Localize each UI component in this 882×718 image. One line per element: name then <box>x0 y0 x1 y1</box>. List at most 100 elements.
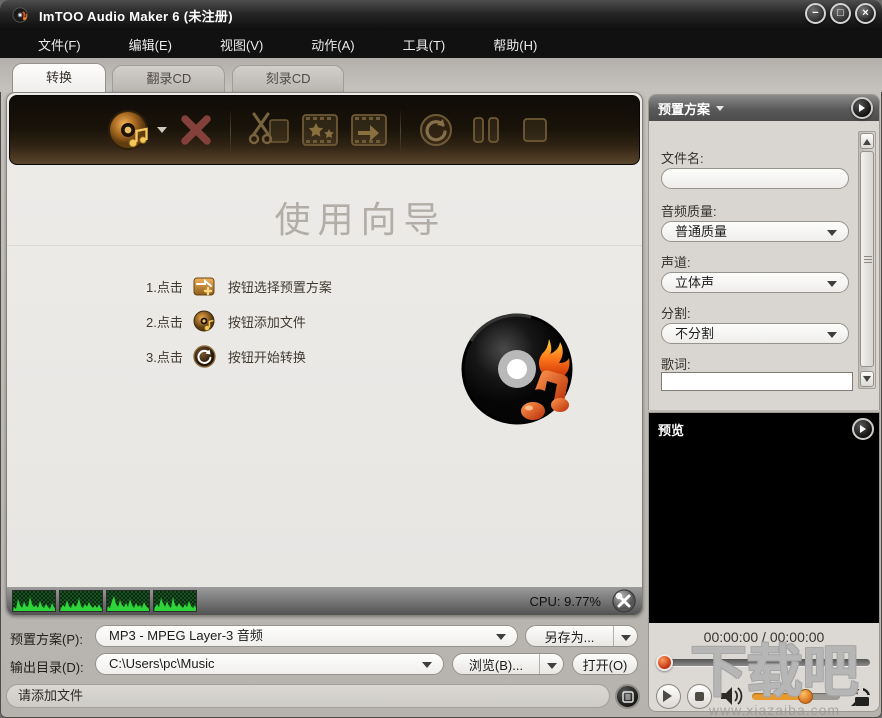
add-file-icon <box>193 310 216 333</box>
toolbar-separator <box>400 109 401 153</box>
time-display: 00:00:00 / 00:00:00 <box>703 629 825 645</box>
play-button[interactable] <box>656 683 681 709</box>
step-2-desc: 按钮添加文件 <box>227 315 306 330</box>
tab-strip: 转换 翻录CD 刻录CD <box>0 58 882 92</box>
preview-title: 预览 <box>658 423 685 438</box>
open-label: 打开(O) <box>582 657 628 673</box>
snapshot-button[interactable] <box>847 684 872 708</box>
preset-panel-header[interactable]: 预置方案 <box>649 95 879 121</box>
output-dir-value: C:\Users\pc\Music <box>109 656 215 671</box>
lyrics-label: 歌词: <box>661 357 691 372</box>
seek-knob[interactable] <box>656 654 673 671</box>
divider <box>7 245 642 246</box>
spectrum-meter <box>153 590 197 612</box>
browse-button[interactable]: 浏览(B)... <box>452 653 564 675</box>
pause-button[interactable] <box>470 115 502 145</box>
delete-button[interactable] <box>180 114 212 146</box>
toggle-list-button[interactable] <box>615 684 640 709</box>
quality-value: 普通质量 <box>675 224 728 239</box>
open-button[interactable]: 打开(O) <box>572 653 638 675</box>
export-segment-button[interactable] <box>350 111 388 149</box>
tools-button[interactable] <box>611 588 637 614</box>
preview-panel: 预览 00:00:00 / 00:00:00 <box>648 412 880 712</box>
chevron-down-icon <box>422 662 432 668</box>
add-file-button[interactable] <box>106 107 152 153</box>
window-title: ImTOO Audio Maker 6 (未注册) <box>39 8 233 24</box>
arrow-up-icon <box>863 135 871 145</box>
tab-rip-cd[interactable]: 翻录CD <box>112 65 226 92</box>
chevron-down-icon <box>546 662 557 669</box>
menu-help[interactable]: 帮助(H) <box>493 35 537 54</box>
save-as-label: 另存为... <box>544 629 595 645</box>
scroll-down-button[interactable] <box>860 371 874 387</box>
lyrics-input[interactable] <box>661 372 853 391</box>
preset-expand-button[interactable] <box>851 97 873 119</box>
output-dir-select[interactable]: C:\Users\pc\Music <box>95 653 444 675</box>
preset-icon <box>193 275 216 298</box>
preset-scrollbar[interactable] <box>858 131 876 389</box>
stop-icon <box>695 691 704 701</box>
preset-panel-title: 预置方案 <box>658 101 711 117</box>
chevron-down-icon <box>716 105 725 115</box>
chevron-down-icon <box>827 281 837 287</box>
volume-slider[interactable] <box>752 688 840 704</box>
volume-knob[interactable] <box>797 688 813 704</box>
cd-flame-logo <box>461 313 573 425</box>
stop-button[interactable] <box>520 115 550 145</box>
save-as-dropdown[interactable] <box>613 626 637 646</box>
wizard-step-3: 3.点击 按钮开始转换 <box>146 345 306 368</box>
output-preset-value: MP3 - MPEG Layer-3 音频 <box>109 628 263 643</box>
split-value: 不分割 <box>675 326 715 341</box>
title-bar: ImTOO Audio Maker 6 (未注册) − □ × <box>0 0 882 30</box>
seek-bar[interactable] <box>656 654 870 671</box>
menu-file[interactable]: 文件(F) <box>38 35 81 54</box>
tab-burn-cd[interactable]: 刻录CD <box>231 65 345 92</box>
playback-controls <box>656 681 872 711</box>
step-3-desc: 按钮开始转换 <box>227 350 306 365</box>
scroll-thumb[interactable] <box>860 151 874 367</box>
step-3-action: 3.点击 <box>146 350 183 365</box>
spectrum-meter <box>12 590 56 612</box>
toolbar <box>9 95 640 165</box>
effects-button[interactable] <box>300 111 340 149</box>
step-2-action: 2.点击 <box>146 315 183 330</box>
menu-edit[interactable]: 编辑(E) <box>129 35 172 54</box>
preview-expand-button[interactable] <box>852 418 874 440</box>
step-1-action: 1.点击 <box>146 280 183 295</box>
quality-label: 音频质量: <box>661 204 717 219</box>
play-icon <box>663 690 678 702</box>
clip-button[interactable] <box>248 110 290 150</box>
output-preset-label: 预置方案(P): <box>10 632 83 647</box>
cpu-usage: CPU: 9.77% <box>529 593 601 609</box>
chevron-down-icon <box>827 332 837 338</box>
channel-label: 声道: <box>661 255 691 270</box>
channel-select[interactable]: 立体声 <box>661 272 849 293</box>
menu-tools[interactable]: 工具(T) <box>403 35 446 54</box>
menu-action[interactable]: 动作(A) <box>311 35 354 54</box>
minimize-button[interactable]: − <box>805 3 826 24</box>
main-panel: 使用向导 1.点击 按钮选择预置方案 2.点击 按钮添加文件 3.点击 按钮开始… <box>6 92 643 616</box>
add-file-dropdown-arrow-icon[interactable] <box>156 126 168 134</box>
chevron-down-icon <box>827 230 837 236</box>
maximize-button[interactable]: □ <box>830 3 851 24</box>
grip-icon <box>864 259 872 260</box>
stop-playback-button[interactable] <box>687 683 712 709</box>
speaker-icon[interactable] <box>720 686 744 706</box>
split-select[interactable]: 不分割 <box>661 323 849 344</box>
chevron-down-icon <box>496 634 506 640</box>
browse-label: 浏览(B)... <box>468 657 524 673</box>
scroll-up-button[interactable] <box>860 133 874 149</box>
start-convert-button[interactable] <box>418 112 454 148</box>
quality-select[interactable]: 普通质量 <box>661 221 849 242</box>
convert-icon <box>193 345 216 368</box>
step-1-desc: 按钮选择预置方案 <box>227 280 332 295</box>
close-button[interactable]: × <box>855 3 876 24</box>
tab-convert[interactable]: 转换 <box>12 63 107 92</box>
menu-bar: 文件(F) 编辑(E) 视图(V) 动作(A) 工具(T) 帮助(H) <box>0 30 882 58</box>
browse-dropdown[interactable] <box>539 654 563 674</box>
wizard-step-1: 1.点击 按钮选择预置方案 <box>146 275 332 298</box>
menu-view[interactable]: 视图(V) <box>220 35 263 54</box>
save-as-button[interactable]: 另存为... <box>525 625 638 647</box>
filename-input[interactable] <box>661 168 849 189</box>
output-preset-select[interactable]: MP3 - MPEG Layer-3 音频 <box>95 625 518 647</box>
